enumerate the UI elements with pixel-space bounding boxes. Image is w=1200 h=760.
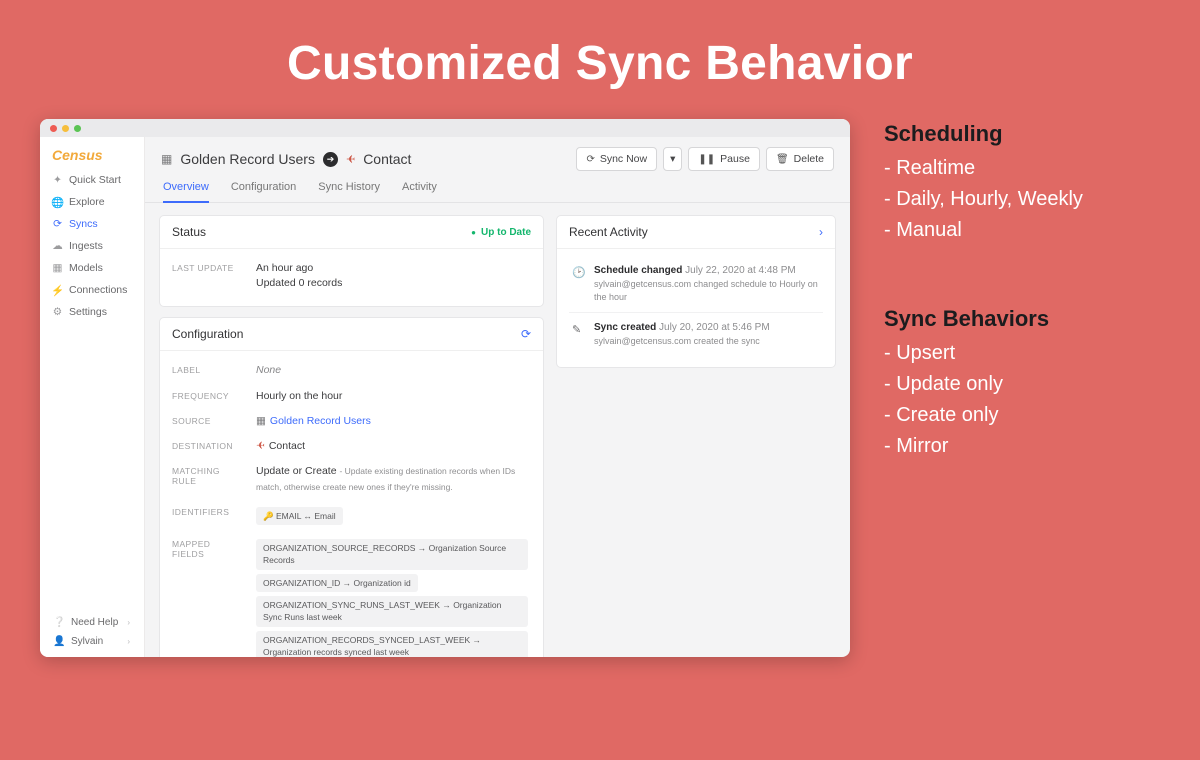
info-panel: Scheduling RealtimeDaily, Hourly, Weekly… <box>884 119 1083 522</box>
status-title: Status <box>172 225 206 239</box>
last-update-value: An hour ago <box>256 261 531 276</box>
tab-sync-history[interactable]: Sync History <box>318 181 380 202</box>
slide-title: Customized Sync Behavior <box>0 0 1200 119</box>
chevron-right-icon: › <box>127 637 130 646</box>
breadcrumb-source: Golden Record Users <box>180 151 315 167</box>
scheduling-item: Daily, Hourly, Weekly <box>884 184 1083 215</box>
need-help-link[interactable]: ❔ Need Help › <box>46 613 138 632</box>
app-window: Census ✦Quick Start🌐Explore⟳Syncs☁Ingest… <box>40 119 850 657</box>
behavior-item: Update only <box>884 369 1083 400</box>
gear-icon: ⚙ <box>52 307 63 318</box>
minimize-dot[interactable] <box>62 125 69 132</box>
behaviors-block: Sync Behaviors UpsertUpdate onlyCreate o… <box>884 306 1083 462</box>
configuration-expand-icon[interactable]: ⟳ <box>521 327 531 341</box>
sidebar-item-models[interactable]: ▦Models <box>44 257 140 279</box>
status-card: Status Up to Date LAST UPDATE An hour ag… <box>159 215 544 307</box>
sidebar-footer: ❔ Need Help › 👤 Sylvain › <box>40 607 144 657</box>
table-icon: ▦ <box>161 152 172 166</box>
field-pill: ORGANIZATION_SYNC_RUNS_LAST_WEEK → Organ… <box>256 596 528 627</box>
field-pill: ORGANIZATION_ID → Organization id <box>256 574 418 592</box>
page-header: ▦ Golden Record Users ➔ ✈ Contact ⟳ Sync… <box>145 137 850 171</box>
main-pane: ▦ Golden Record Users ➔ ✈ Contact ⟳ Sync… <box>145 137 850 657</box>
behavior-item: Mirror <box>884 431 1083 462</box>
brand-logo: Census <box>40 137 144 169</box>
activity-item: ✎ Sync created July 20, 2020 at 5:46 PM … <box>569 313 823 357</box>
help-icon: ❔ <box>54 617 65 628</box>
field-pill: ORGANIZATION_RECORDS_SYNCED_LAST_WEEK → … <box>256 631 528 657</box>
sidebar-item-ingests[interactable]: ☁Ingests <box>44 235 140 257</box>
sync-now-dropdown[interactable]: ▾ <box>663 147 682 171</box>
cloud-icon: ☁ <box>52 241 63 252</box>
refresh-icon: ⟳ <box>52 219 63 230</box>
pause-icon: ❚❚ <box>698 154 715 165</box>
zoom-dot[interactable] <box>74 125 81 132</box>
grid-icon: ▦ <box>52 263 63 274</box>
behavior-item: Create only <box>884 400 1083 431</box>
window-titlebar <box>40 119 850 137</box>
arrow-right-icon: ➔ <box>323 152 338 167</box>
sidebar-item-explore[interactable]: 🌐Explore <box>44 191 140 213</box>
activity-expand-icon[interactable]: › <box>819 225 823 239</box>
field-pill: ORGANIZATION_SOURCE_RECORDS → Organizati… <box>256 539 528 570</box>
user-menu[interactable]: 👤 Sylvain › <box>46 632 138 651</box>
recent-activity-title: Recent Activity <box>569 225 648 239</box>
delete-button[interactable]: 🗑 Delete <box>766 147 834 171</box>
tab-overview[interactable]: Overview <box>163 181 209 203</box>
need-help-label: Need Help <box>71 617 118 628</box>
tab-configuration[interactable]: Configuration <box>231 181 296 202</box>
last-update-label: LAST UPDATE <box>172 261 242 273</box>
destination-icon: ✈ <box>346 153 355 166</box>
sidebar-item-quick-start[interactable]: ✦Quick Start <box>44 169 140 191</box>
sidebar-nav: ✦Quick Start🌐Explore⟳Syncs☁Ingests▦Model… <box>40 169 144 323</box>
activity-item: 🕑 Schedule changed July 22, 2020 at 4:48… <box>569 256 823 313</box>
recent-activity-card: Recent Activity › 🕑 Schedule changed Jul… <box>556 215 836 368</box>
scheduling-block: Scheduling RealtimeDaily, Hourly, Weekly… <box>884 121 1083 246</box>
configuration-title: Configuration <box>172 327 243 341</box>
tabs: Overview Configuration Sync History Activit… <box>145 171 850 203</box>
source-link[interactable]: Golden Record Users <box>270 415 371 427</box>
configuration-card: Configuration ⟳ LABELNoneFREQUENCYHourly… <box>159 317 544 657</box>
edit-icon: ✎ <box>572 323 585 336</box>
behaviors-heading: Sync Behaviors <box>884 306 1083 332</box>
scheduling-item: Manual <box>884 215 1083 246</box>
behavior-item: Upsert <box>884 338 1083 369</box>
last-update-sub: Updated 0 records <box>256 276 531 291</box>
breadcrumb: ▦ Golden Record Users ➔ ✈ Contact <box>161 151 411 167</box>
globe-icon: 🌐 <box>52 197 63 208</box>
clock-icon: 🕑 <box>572 266 585 279</box>
chevron-down-icon: ▾ <box>670 153 675 165</box>
chevron-right-icon: › <box>127 618 130 627</box>
sidebar: Census ✦Quick Start🌐Explore⟳Syncs☁Ingest… <box>40 137 145 657</box>
user-name: Sylvain <box>71 636 103 647</box>
header-actions: ⟳ Sync Now ▾ ❚❚ Pause 🗑 Delete <box>576 147 834 171</box>
sidebar-item-settings[interactable]: ⚙Settings <box>44 301 140 323</box>
bolt-icon: ✦ <box>52 175 63 186</box>
scheduling-item: Realtime <box>884 153 1083 184</box>
sidebar-item-syncs[interactable]: ⟳Syncs <box>44 213 140 235</box>
user-icon: 👤 <box>54 636 65 647</box>
pause-button[interactable]: ❚❚ Pause <box>688 147 760 171</box>
plug-icon: ⚡ <box>52 285 63 296</box>
status-badge: Up to Date <box>471 227 531 238</box>
refresh-icon: ⟳ <box>586 154 594 165</box>
breadcrumb-destination: Contact <box>363 151 411 167</box>
sidebar-item-connections[interactable]: ⚡Connections <box>44 279 140 301</box>
close-dot[interactable] <box>50 125 57 132</box>
trash-icon: 🗑 <box>776 154 789 165</box>
tab-activity[interactable]: Activity <box>402 181 437 202</box>
field-pill: 🔑 EMAIL ↔ Email <box>256 507 343 525</box>
scheduling-heading: Scheduling <box>884 121 1083 147</box>
sync-now-button[interactable]: ⟳ Sync Now <box>576 147 657 171</box>
